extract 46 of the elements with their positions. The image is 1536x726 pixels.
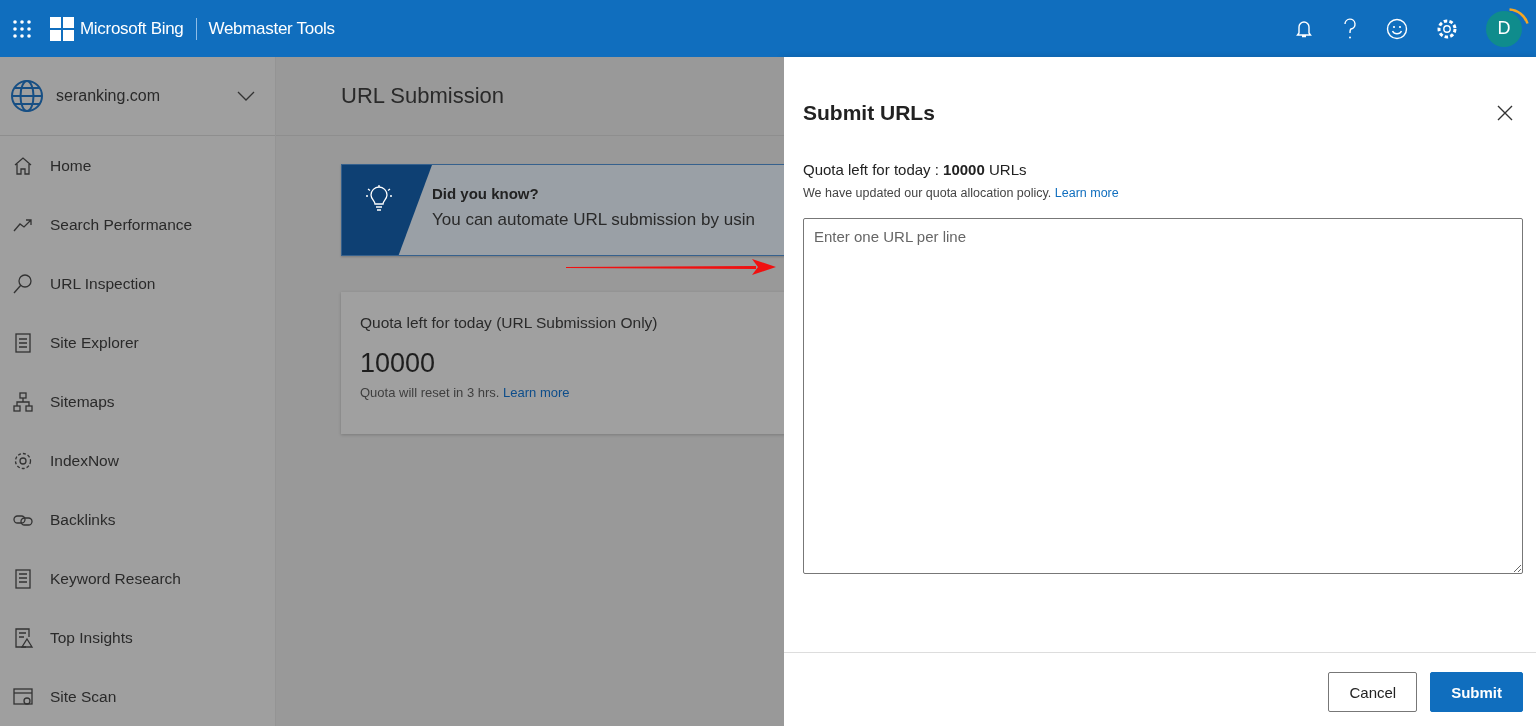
document-icon (12, 567, 34, 590)
search-icon (12, 272, 34, 295)
lightbulb-icon (366, 185, 392, 213)
sidebar-item[interactable]: Search Performance (0, 195, 275, 254)
learn-more-link[interactable]: Learn more (1054, 186, 1119, 200)
settings-icon[interactable] (1436, 17, 1458, 40)
list-icon (12, 331, 34, 354)
bell-icon[interactable] (1294, 18, 1314, 39)
policy-text: We have updated our quota allocation policy. (803, 186, 1052, 200)
sidebar-item[interactable]: Top Insights (0, 608, 275, 667)
tip-heading: Did you know? (432, 185, 540, 202)
brand-name: Microsoft Bing (80, 18, 184, 39)
close-icon[interactable] (1497, 105, 1513, 121)
site-picker[interactable]: seranking.com (0, 57, 275, 136)
quota-text: Quota left for today : 10000 URLs (803, 161, 1028, 178)
tip-text: You can automate URL submission by usin (432, 210, 755, 230)
chevron-down-icon (237, 91, 255, 101)
report-warning-icon (12, 626, 34, 649)
sidebar-item[interactable]: Sitemaps (0, 372, 275, 431)
cancel-button[interactable]: Cancel (1328, 672, 1418, 712)
sidebar-item[interactable]: Site Scan (0, 667, 275, 726)
windows-logo-icon (50, 16, 74, 41)
page-title: URL Submission (341, 83, 505, 109)
app-launcher-icon[interactable] (12, 18, 32, 39)
learn-more-link[interactable]: Learn more (503, 385, 570, 400)
help-icon[interactable] (1342, 17, 1358, 40)
url-input-field[interactable]: Enter one URL per line (803, 218, 1523, 574)
sidebar-item[interactable]: Keyword Research (0, 549, 275, 608)
quota-title: Quota left for today (URL Submission Only) (360, 314, 659, 332)
smiley-icon[interactable] (1386, 17, 1408, 40)
scan-icon (12, 685, 34, 708)
sidebar-item[interactable]: URL Inspection (0, 254, 275, 313)
sidebar-item[interactable]: IndexNow (0, 431, 275, 490)
submit-button[interactable]: Submit (1430, 672, 1523, 712)
quota-note: Quota will reset in 3 hrs. (360, 385, 500, 400)
globe-icon (10, 79, 44, 113)
product-name: Webmaster Tools (208, 18, 335, 39)
sidebar-item[interactable]: Site Explorer (0, 313, 275, 372)
quota-value: 10000 (360, 348, 437, 379)
progress-arc-icon (1508, 7, 1529, 25)
dialog-title: Submit URLs (803, 101, 935, 125)
sitemap-icon (12, 390, 34, 413)
sidebar-item[interactable]: Home (0, 136, 275, 195)
sidebar-item[interactable]: Backlinks (0, 490, 275, 549)
user-avatar[interactable]: D (1486, 10, 1522, 47)
site-name: seranking.com (56, 87, 162, 105)
